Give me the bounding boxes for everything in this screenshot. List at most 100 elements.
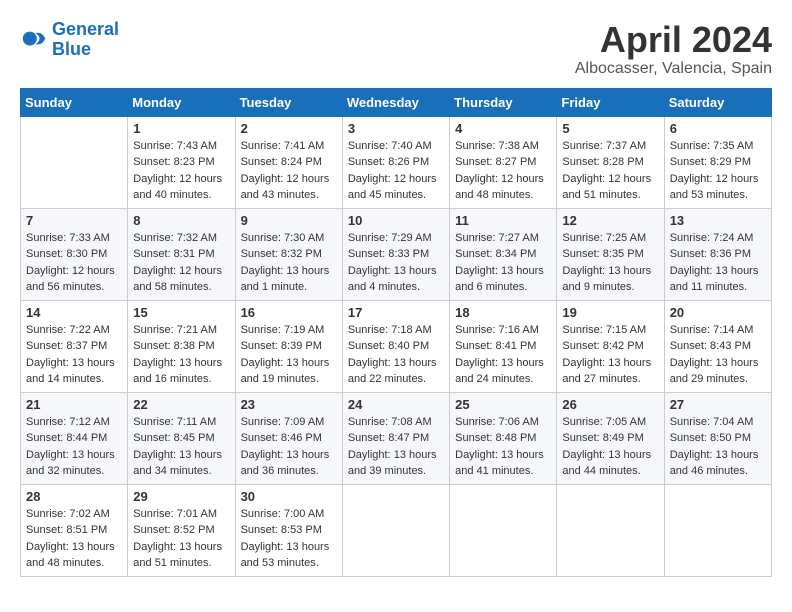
calendar-cell: 23 Sunrise: 7:09 AM Sunset: 8:46 PM Dayli… <box>235 392 342 484</box>
day-info: Sunrise: 7:09 AM Sunset: 8:46 PM Dayligh… <box>241 414 337 480</box>
day-info: Sunrise: 7:19 AM Sunset: 8:39 PM Dayligh… <box>241 322 337 388</box>
weekday-header: Monday <box>128 88 235 116</box>
day-number: 28 <box>26 489 122 504</box>
day-number: 19 <box>562 305 658 320</box>
day-number: 7 <box>26 213 122 228</box>
day-number: 8 <box>133 213 229 228</box>
day-info: Sunrise: 7:27 AM Sunset: 8:34 PM Dayligh… <box>455 230 551 296</box>
day-info: Sunrise: 7:40 AM Sunset: 8:26 PM Dayligh… <box>348 138 444 204</box>
day-info: Sunrise: 7:43 AM Sunset: 8:23 PM Dayligh… <box>133 138 229 204</box>
day-number: 17 <box>348 305 444 320</box>
weekday-header: Wednesday <box>342 88 449 116</box>
calendar-cell: 27 Sunrise: 7:04 AM Sunset: 8:50 PM Dayli… <box>664 392 771 484</box>
day-info: Sunrise: 7:14 AM Sunset: 8:43 PM Dayligh… <box>670 322 766 388</box>
calendar-header: SundayMondayTuesdayWednesdayThursdayFrid… <box>21 88 772 116</box>
day-info: Sunrise: 7:21 AM Sunset: 8:38 PM Dayligh… <box>133 322 229 388</box>
day-info: Sunrise: 7:08 AM Sunset: 8:47 PM Dayligh… <box>348 414 444 480</box>
day-info: Sunrise: 7:38 AM Sunset: 8:27 PM Dayligh… <box>455 138 551 204</box>
day-number: 6 <box>670 121 766 136</box>
calendar-cell: 21Sunrise: 7:12 AM Sunset: 8:44 PM Dayli… <box>21 392 128 484</box>
calendar-cell: 20Sunrise: 7:14 AM Sunset: 8:43 PM Dayli… <box>664 300 771 392</box>
day-info: Sunrise: 7:30 AM Sunset: 8:32 PM Dayligh… <box>241 230 337 296</box>
day-info: Sunrise: 7:18 AM Sunset: 8:40 PM Dayligh… <box>348 322 444 388</box>
calendar-cell: 4 Sunrise: 7:38 AM Sunset: 8:27 PM Daylig… <box>450 116 557 208</box>
calendar-cell <box>664 484 771 576</box>
title-area: April 2024 Albocasser, Valencia, Spain <box>575 20 772 78</box>
calendar-week-row: 1 Sunrise: 7:43 AM Sunset: 8:23 PM Daylig… <box>21 116 772 208</box>
day-info: Sunrise: 7:04 AM Sunset: 8:50 PM Dayligh… <box>670 414 766 480</box>
calendar-cell: 25 Sunrise: 7:06 AM Sunset: 8:48 PM Dayli… <box>450 392 557 484</box>
day-info: Sunrise: 7:16 AM Sunset: 8:41 PM Dayligh… <box>455 322 551 388</box>
day-number: 22 <box>133 397 229 412</box>
weekday-header: Tuesday <box>235 88 342 116</box>
calendar-cell: 13 Sunrise: 7:24 AM Sunset: 8:36 PM Dayli… <box>664 208 771 300</box>
calendar-week-row: 7 Sunrise: 7:33 AM Sunset: 8:30 PM Daylig… <box>21 208 772 300</box>
calendar-cell: 24 Sunrise: 7:08 AM Sunset: 8:47 PM Dayli… <box>342 392 449 484</box>
weekday-header: Friday <box>557 88 664 116</box>
day-number: 9 <box>241 213 337 228</box>
calendar-cell: 5Sunrise: 7:37 AM Sunset: 8:28 PM Daylig… <box>557 116 664 208</box>
weekday-header: Sunday <box>21 88 128 116</box>
calendar-week-row: 28Sunrise: 7:02 AM Sunset: 8:51 PM Dayli… <box>21 484 772 576</box>
calendar-cell: 9 Sunrise: 7:30 AM Sunset: 8:32 PM Daylig… <box>235 208 342 300</box>
calendar-cell: 26Sunrise: 7:05 AM Sunset: 8:49 PM Dayli… <box>557 392 664 484</box>
day-number: 12 <box>562 213 658 228</box>
day-info: Sunrise: 7:12 AM Sunset: 8:44 PM Dayligh… <box>26 414 122 480</box>
day-number: 27 <box>670 397 766 412</box>
weekday-header: Saturday <box>664 88 771 116</box>
calendar-cell: 10Sunrise: 7:29 AM Sunset: 8:33 PM Dayli… <box>342 208 449 300</box>
calendar-cell: 17 Sunrise: 7:18 AM Sunset: 8:40 PM Dayli… <box>342 300 449 392</box>
day-info: Sunrise: 7:25 AM Sunset: 8:35 PM Dayligh… <box>562 230 658 296</box>
calendar-cell: 11 Sunrise: 7:27 AM Sunset: 8:34 PM Dayli… <box>450 208 557 300</box>
day-number: 18 <box>455 305 551 320</box>
calendar-cell <box>21 116 128 208</box>
calendar-cell: 16 Sunrise: 7:19 AM Sunset: 8:39 PM Dayli… <box>235 300 342 392</box>
calendar-cell <box>342 484 449 576</box>
calendar-cell: 1 Sunrise: 7:43 AM Sunset: 8:23 PM Daylig… <box>128 116 235 208</box>
weekday-header: Thursday <box>450 88 557 116</box>
day-number: 4 <box>455 121 551 136</box>
day-number: 13 <box>670 213 766 228</box>
day-info: Sunrise: 7:22 AM Sunset: 8:37 PM Dayligh… <box>26 322 122 388</box>
day-number: 10 <box>348 213 444 228</box>
calendar-cell: 15Sunrise: 7:21 AM Sunset: 8:38 PM Dayli… <box>128 300 235 392</box>
calendar-cell: 7 Sunrise: 7:33 AM Sunset: 8:30 PM Daylig… <box>21 208 128 300</box>
calendar-cell: 12 Sunrise: 7:25 AM Sunset: 8:35 PM Dayli… <box>557 208 664 300</box>
day-number: 23 <box>241 397 337 412</box>
calendar-cell: 3 Sunrise: 7:40 AM Sunset: 8:26 PM Daylig… <box>342 116 449 208</box>
calendar-table: SundayMondayTuesdayWednesdayThursdayFrid… <box>20 88 772 577</box>
calendar-cell <box>450 484 557 576</box>
day-info: Sunrise: 7:15 AM Sunset: 8:42 PM Dayligh… <box>562 322 658 388</box>
day-info: Sunrise: 7:01 AM Sunset: 8:52 PM Dayligh… <box>133 506 229 572</box>
day-number: 30 <box>241 489 337 504</box>
day-number: 1 <box>133 121 229 136</box>
calendar-cell: 18 Sunrise: 7:16 AM Sunset: 8:41 PM Dayli… <box>450 300 557 392</box>
day-info: Sunrise: 7:41 AM Sunset: 8:24 PM Dayligh… <box>241 138 337 204</box>
calendar-cell: 8Sunrise: 7:32 AM Sunset: 8:31 PM Daylig… <box>128 208 235 300</box>
calendar-cell: 29 Sunrise: 7:01 AM Sunset: 8:52 PM Dayli… <box>128 484 235 576</box>
day-info: Sunrise: 7:06 AM Sunset: 8:48 PM Dayligh… <box>455 414 551 480</box>
day-number: 25 <box>455 397 551 412</box>
day-info: Sunrise: 7:35 AM Sunset: 8:29 PM Dayligh… <box>670 138 766 204</box>
calendar-cell: 2Sunrise: 7:41 AM Sunset: 8:24 PM Daylig… <box>235 116 342 208</box>
calendar-cell: 28Sunrise: 7:02 AM Sunset: 8:51 PM Dayli… <box>21 484 128 576</box>
logo-text: General Blue <box>52 20 119 60</box>
calendar-week-row: 21Sunrise: 7:12 AM Sunset: 8:44 PM Dayli… <box>21 392 772 484</box>
header: General Blue April 2024 Albocasser, Vale… <box>20 20 772 78</box>
day-info: Sunrise: 7:24 AM Sunset: 8:36 PM Dayligh… <box>670 230 766 296</box>
calendar-cell <box>557 484 664 576</box>
calendar-body: 1 Sunrise: 7:43 AM Sunset: 8:23 PM Daylig… <box>21 116 772 576</box>
day-number: 14 <box>26 305 122 320</box>
logo-icon <box>20 26 48 54</box>
logo: General Blue <box>20 20 119 60</box>
month-title: April 2024 <box>575 20 772 60</box>
day-number: 29 <box>133 489 229 504</box>
day-number: 3 <box>348 121 444 136</box>
day-info: Sunrise: 7:33 AM Sunset: 8:30 PM Dayligh… <box>26 230 122 296</box>
day-number: 16 <box>241 305 337 320</box>
day-info: Sunrise: 7:11 AM Sunset: 8:45 PM Dayligh… <box>133 414 229 480</box>
calendar-cell: 14 Sunrise: 7:22 AM Sunset: 8:37 PM Dayli… <box>21 300 128 392</box>
day-info: Sunrise: 7:37 AM Sunset: 8:28 PM Dayligh… <box>562 138 658 204</box>
day-number: 24 <box>348 397 444 412</box>
day-number: 11 <box>455 213 551 228</box>
